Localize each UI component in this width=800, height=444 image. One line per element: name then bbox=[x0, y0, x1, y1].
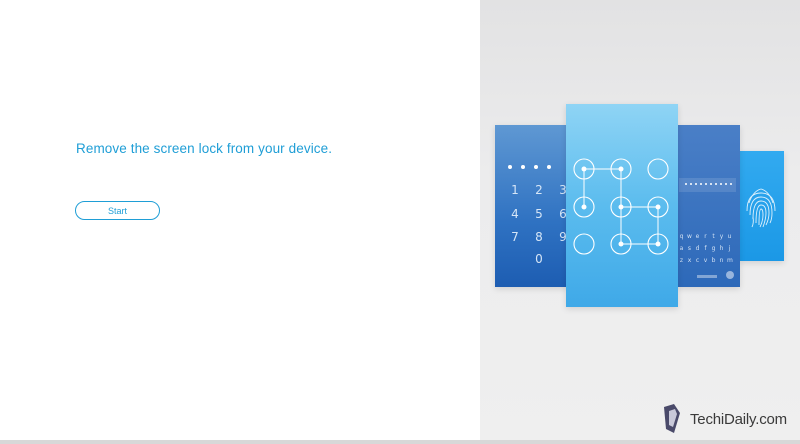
keyboard-key: d bbox=[695, 245, 700, 252]
keyboard: q w e r t y u a s d f g h j z x c v b n … bbox=[679, 233, 737, 283]
pin-key: 5 bbox=[535, 207, 543, 221]
pin-key: 2 bbox=[535, 183, 543, 197]
keyboard-key: h bbox=[719, 245, 724, 252]
keyboard-key: q bbox=[679, 233, 684, 240]
keyboard-enter-key bbox=[726, 271, 734, 279]
pin-key: 8 bbox=[535, 230, 543, 244]
pattern-node bbox=[573, 233, 595, 255]
pattern-lock-card bbox=[566, 104, 678, 307]
keyboard-row: z x c v b n m bbox=[679, 257, 737, 264]
keyboard-key: s bbox=[687, 245, 692, 252]
watermark-text: TechiDaily.com bbox=[690, 410, 787, 428]
keyboard-key: w bbox=[687, 233, 692, 240]
keyboard-spacebar bbox=[697, 275, 717, 278]
keyboard-key: m bbox=[727, 257, 733, 264]
keyboard-key: b bbox=[711, 257, 716, 264]
headline: Remove the screen lock from your device. bbox=[76, 141, 333, 156]
pattern-node bbox=[647, 158, 669, 180]
pin-key: 7 bbox=[511, 230, 519, 244]
fingerprint-lock-card bbox=[739, 151, 784, 261]
keyboard-key: t bbox=[712, 233, 715, 240]
keyboard-key: z bbox=[679, 257, 684, 264]
start-button[interactable]: Start bbox=[75, 201, 160, 220]
pin-key: 0 bbox=[535, 252, 543, 266]
pin-key: 1 bbox=[511, 183, 519, 197]
pattern-grid bbox=[573, 158, 669, 255]
password-lock-card: q w e r t y u a s d f g h j z x c v b n … bbox=[677, 125, 740, 287]
keyboard-key: g bbox=[711, 245, 716, 252]
phone-logo-icon bbox=[664, 404, 680, 433]
keyboard-key: x bbox=[687, 257, 692, 264]
keyboard-key: y bbox=[719, 233, 724, 240]
keyboard-key: r bbox=[704, 233, 707, 240]
pin-dot bbox=[547, 165, 551, 169]
fingerprint-icon bbox=[746, 188, 776, 228]
pin-dot bbox=[508, 165, 512, 169]
pin-dots bbox=[508, 165, 568, 169]
keyboard-key: j bbox=[728, 245, 731, 252]
watermark-logo: TechiDaily.com bbox=[660, 403, 787, 435]
left-pane: Remove the screen lock from your device.… bbox=[0, 0, 480, 440]
keyboard-key: u bbox=[727, 233, 732, 240]
keyboard-key: c bbox=[695, 257, 700, 264]
pin-key: 4 bbox=[511, 207, 519, 221]
keyboard-key: a bbox=[679, 245, 684, 252]
keyboard-key: e bbox=[695, 233, 700, 240]
pin-lock-card: 1 2 3 4 5 6 7 8 9 0 bbox=[495, 125, 570, 287]
keyboard-row: a s d f g h j bbox=[679, 245, 737, 252]
keyboard-key: f bbox=[704, 245, 707, 252]
bottom-divider bbox=[0, 440, 800, 444]
keyboard-key: v bbox=[703, 257, 708, 264]
pin-dot bbox=[521, 165, 525, 169]
password-field bbox=[679, 178, 736, 192]
keyboard-key: n bbox=[719, 257, 724, 264]
keyboard-row: q w e r t y u bbox=[679, 233, 737, 240]
pin-dot bbox=[534, 165, 538, 169]
